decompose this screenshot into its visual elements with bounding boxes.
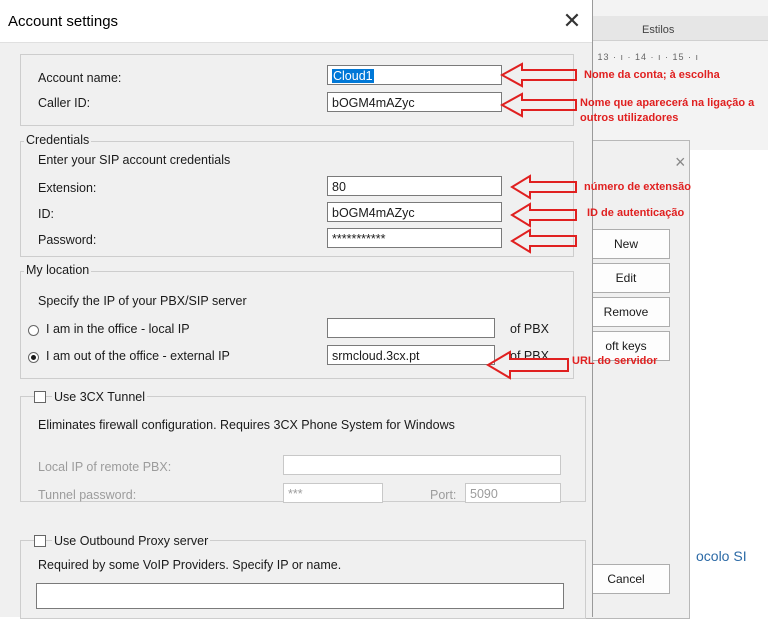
annotation-account-name: Nome da conta; à escolha — [584, 69, 720, 81]
local-ip-input[interactable] — [327, 318, 495, 338]
background-close-icon[interactable]: × — [675, 152, 686, 173]
annotation-arrow-server-url — [486, 350, 569, 380]
annotation-server-url: URL do servidor — [572, 355, 658, 367]
edit-button[interactable]: Edit — [582, 263, 670, 293]
extension-input[interactable]: 80 — [327, 176, 502, 196]
annotation-arrow-auth-id — [510, 202, 577, 228]
password-input[interactable]: *********** — [327, 228, 502, 248]
tunnel-port-label: Port: — [430, 488, 457, 502]
tunnel-password-label: Tunnel password: — [38, 488, 137, 502]
caller-id-label: Caller ID: — [38, 96, 91, 110]
external-ip-radio[interactable] — [28, 352, 39, 363]
proxy-input[interactable] — [36, 583, 564, 609]
annotation-auth-id: ID de autenticação — [587, 207, 685, 219]
annotation-arrow-caller-id — [500, 92, 577, 118]
remove-button[interactable]: Remove — [582, 297, 670, 327]
caller-id-input[interactable]: bOGM4mAZyc — [327, 92, 502, 112]
title-bar: Account settings ✕ — [0, 0, 592, 43]
credentials-title: Credentials — [24, 133, 92, 147]
annotation-arrow-extension — [510, 174, 577, 200]
dialog-title: Account settings — [8, 13, 119, 30]
proxy-hint: Required by some VoIP Providers. Specify… — [38, 558, 342, 572]
local-ip-radio[interactable] — [28, 325, 39, 336]
document-text: ocolo SI — [696, 548, 747, 564]
tunnel-local-ip-label: Local IP of remote PBX: — [38, 460, 172, 474]
tunnel-title[interactable]: Use 3CX Tunnel — [52, 390, 148, 404]
ruler: · 13 · ı · 14 · ı · 15 · ı — [590, 52, 700, 62]
cancel-button[interactable]: Cancel — [582, 564, 670, 594]
account-name-input[interactable]: Cloud1 — [327, 65, 502, 85]
close-icon[interactable]: ✕ — [560, 8, 584, 34]
extension-label: Extension: — [38, 181, 97, 195]
local-ip-suffix: of PBX — [510, 322, 549, 336]
tunnel-hint: Eliminates firewall configuration. Requi… — [38, 418, 455, 432]
account-name-label: Account name: — [38, 71, 122, 85]
styles-label[interactable]: Estilos — [642, 24, 674, 36]
location-title: My location — [24, 263, 92, 277]
external-ip-input[interactable]: srmcloud.3cx.pt — [327, 345, 495, 365]
annotation-arrow-account-name — [500, 62, 577, 88]
tunnel-checkbox[interactable] — [34, 391, 46, 403]
tunnel-password-input[interactable]: *** — [283, 483, 383, 503]
location-hint: Specify the IP of your PBX/SIP server — [38, 294, 247, 308]
credentials-hint: Enter your SIP account credentials — [38, 153, 231, 167]
new-button[interactable]: New — [582, 229, 670, 259]
local-ip-label[interactable]: I am in the office - local IP — [46, 322, 190, 336]
id-label: ID: — [38, 207, 54, 221]
external-ip-label[interactable]: I am out of the office - external IP — [46, 349, 230, 363]
annotation-extension: número de extensão — [584, 181, 691, 193]
annotation-caller-id: Nome que aparecerá na ligação a outros u… — [580, 97, 755, 124]
id-input[interactable]: bOGM4mAZyc — [327, 202, 502, 222]
tunnel-local-ip-input[interactable] — [283, 455, 561, 475]
proxy-title[interactable]: Use Outbound Proxy server — [52, 534, 211, 548]
password-label: Password: — [38, 233, 97, 247]
proxy-checkbox[interactable] — [34, 535, 46, 547]
annotation-arrow-password — [510, 228, 577, 254]
tunnel-port-input[interactable]: 5090 — [465, 483, 561, 503]
